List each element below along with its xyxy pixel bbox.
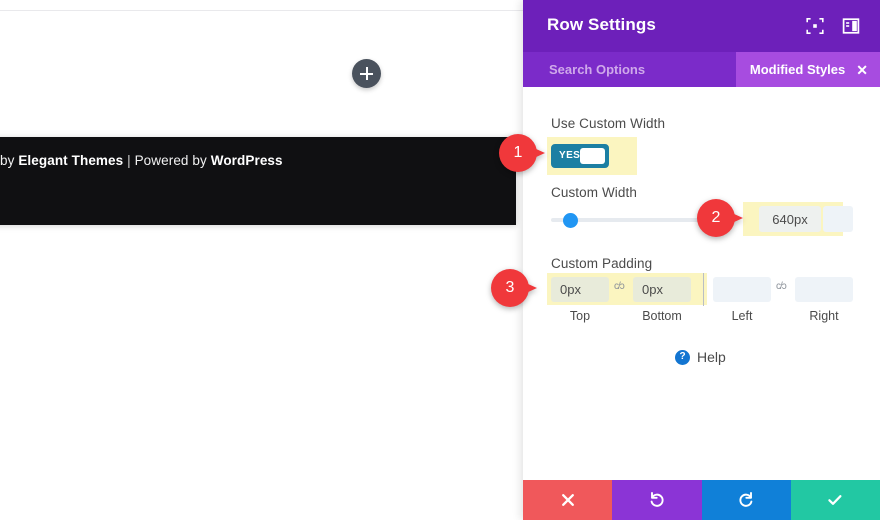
close-icon xyxy=(561,494,574,506)
footer-credit-platform: WordPress xyxy=(210,153,283,168)
callout-marker-3: 3 xyxy=(491,269,537,309)
padding-left-caption: Left xyxy=(731,309,753,323)
toggle-value-label: YES xyxy=(559,150,581,161)
question-mark-icon: ? xyxy=(675,349,690,365)
footer-credit-middle: Powered by xyxy=(134,153,211,168)
custom-width-input[interactable] xyxy=(759,206,821,232)
custom-width-label: Custom Width xyxy=(551,185,637,200)
padding-left-input[interactable] xyxy=(713,277,771,302)
panel-action-bar xyxy=(523,480,880,520)
padding-top-caption: Top xyxy=(569,309,591,323)
footer-credit-brand: Elegant Themes xyxy=(18,153,124,168)
modified-styles-filter[interactable]: Modified Styles ✕ xyxy=(735,52,880,87)
callout-number: 3 xyxy=(505,279,515,296)
help-label: Help xyxy=(697,349,726,365)
search-input[interactable] xyxy=(549,62,729,77)
custom-width-unit-dropdown[interactable] xyxy=(823,206,853,232)
use-custom-width-toggle[interactable]: YES xyxy=(551,144,609,168)
row-settings-panel: Row Settings Modified Styles ✕ xyxy=(523,0,880,520)
save-button[interactable] xyxy=(790,480,880,520)
padding-top-input[interactable] xyxy=(551,277,609,302)
padding-right-caption: Right xyxy=(809,309,839,323)
footer-credit-text: by Elegant Themes | Powered by WordPress xyxy=(0,153,283,168)
panel-search-bar: Modified Styles ✕ xyxy=(523,52,880,87)
undo-icon xyxy=(650,491,664,507)
padding-bottom-caption: Bottom xyxy=(642,309,682,323)
panel-body: Use Custom Width YES Custom Width Custom… xyxy=(523,87,880,480)
callout-marker-1: 1 xyxy=(499,134,545,174)
undo-button[interactable] xyxy=(612,480,702,520)
padding-divider xyxy=(703,273,704,306)
expand-icon[interactable] xyxy=(806,17,824,35)
callout-number: 2 xyxy=(711,209,721,226)
redo-button[interactable] xyxy=(701,480,791,520)
page-canvas: by Elegant Themes | Powered by WordPress xyxy=(0,0,523,520)
help-link[interactable]: ? Help xyxy=(675,349,726,365)
link-vertical-icon[interactable]: c/ɔ xyxy=(614,281,625,292)
site-footer: by Elegant Themes | Powered by WordPress xyxy=(0,137,516,225)
custom-padding-label: Custom Padding xyxy=(551,256,653,271)
modified-styles-label: Modified Styles xyxy=(749,62,846,77)
callout-number: 1 xyxy=(513,144,523,161)
footer-credit-separator: | xyxy=(123,153,135,168)
callout-marker-2: 2 xyxy=(697,199,743,239)
link-horizontal-icon[interactable]: c/ɔ xyxy=(776,281,787,292)
layout-panel-icon[interactable] xyxy=(842,17,860,35)
panel-header: Row Settings xyxy=(523,0,880,52)
add-row-button[interactable] xyxy=(352,59,381,88)
close-icon[interactable]: ✕ xyxy=(856,63,868,77)
padding-bottom-input[interactable] xyxy=(633,277,691,302)
top-divider xyxy=(0,10,523,11)
footer-credit-prefix: by xyxy=(0,153,19,168)
padding-right-input[interactable] xyxy=(795,277,853,302)
toggle-knob xyxy=(580,148,605,164)
check-icon xyxy=(828,495,842,505)
plus-icon-bar xyxy=(360,72,373,75)
custom-width-slider-handle[interactable] xyxy=(563,213,578,228)
cancel-button[interactable] xyxy=(523,480,613,520)
use-custom-width-label: Use Custom Width xyxy=(551,116,666,131)
redo-icon xyxy=(739,491,753,507)
panel-title: Row Settings xyxy=(547,15,656,34)
